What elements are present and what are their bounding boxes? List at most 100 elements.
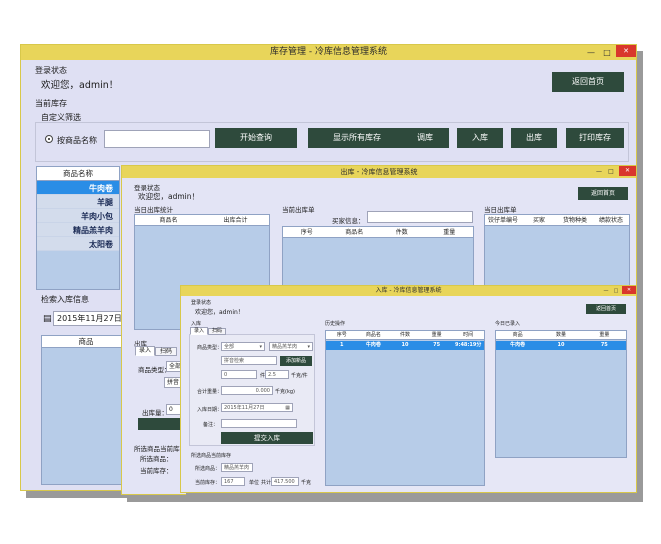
- product-item-beef-roll[interactable]: 牛肉卷: [37, 181, 119, 195]
- current-outbound-table: 序号 商品名 件数 重量: [282, 226, 474, 290]
- goods-type-value: 全部: [224, 344, 235, 350]
- transfer-button[interactable]: 调库: [401, 128, 449, 148]
- outbound-selected-goods-label: 所选商品：: [140, 455, 173, 463]
- inbound-selected-stock-label: 所选商品当前库存: [191, 453, 232, 459]
- start-query-button[interactable]: 开始查询: [215, 128, 297, 148]
- total-weight-value: 0.000: [221, 386, 273, 395]
- chevron-down-icon: ▾: [259, 344, 262, 350]
- product-name-input[interactable]: [104, 130, 210, 148]
- history-label: 历史操作: [325, 321, 346, 327]
- product-list-header: 商品名称: [37, 167, 119, 181]
- inbound-close-icon[interactable]: ✕: [622, 286, 636, 294]
- today-col-weight: 重量: [599, 332, 610, 338]
- submit-inbound-button[interactable]: 提交入库: [221, 432, 313, 444]
- inbound-section-label: 入库: [191, 321, 202, 327]
- today-cell: 10: [557, 342, 565, 348]
- outbound-selected-stock-label: 所选商品当前库存: [134, 445, 186, 453]
- current-col-pieces: 件数: [395, 229, 408, 236]
- product-select-value: 精品羔羊肉: [272, 344, 298, 350]
- minimize-icon[interactable]: —: [584, 45, 598, 60]
- outbound-maximize-icon[interactable]: □: [606, 166, 616, 178]
- inbound-tab-entry[interactable]: 录入: [190, 327, 208, 335]
- inbound-stock-count: 167: [221, 477, 245, 486]
- add-new-product-button[interactable]: 添加新品: [280, 356, 312, 366]
- inbound-goods-type-select[interactable]: 全部 ▾: [221, 342, 265, 351]
- today-outbound-orders-label: 当日出库单: [484, 206, 517, 214]
- total-short-label: 共计: [261, 480, 272, 486]
- product-item-sun-roll[interactable]: 太阳卷: [37, 237, 119, 251]
- inbound-button[interactable]: 入库: [457, 128, 503, 148]
- today-col-buyer: 买家: [532, 217, 545, 224]
- inbound-minimize-icon[interactable]: —: [602, 286, 610, 296]
- history-cell: 牛肉卷: [365, 342, 381, 348]
- outbound-submit-button[interactable]: [138, 418, 184, 430]
- buyer-info-input[interactable]: [367, 211, 473, 223]
- inbound-date-picker[interactable]: 2015年11月27日: [53, 311, 123, 326]
- history-col-pieces: 件数: [399, 332, 410, 338]
- maximize-icon[interactable]: □: [600, 45, 614, 60]
- today-col-qty: 数量: [555, 332, 566, 338]
- outbound-window-title: 出库 - 冷库信息管理系统: [340, 168, 418, 176]
- per-weight-unit-label: 千克/件: [291, 373, 308, 379]
- print-stock-button[interactable]: 打印库存: [566, 128, 624, 148]
- inbound-search-input[interactable]: 拼音检索: [221, 356, 277, 365]
- inbound-goods-type-label: 商品类型：: [197, 345, 223, 351]
- history-col-index: 序号: [336, 332, 347, 338]
- weight-unit-label: 千克: [301, 480, 312, 486]
- outbound-close-icon[interactable]: ✕: [619, 166, 636, 176]
- today-col-order-no: 饺仔单编号: [487, 217, 518, 224]
- outbound-button[interactable]: 出库: [511, 128, 557, 148]
- table-row[interactable]: 牛肉卷 10 75: [496, 341, 626, 350]
- main-title-bar: 库存管理 - 冷库信息管理系统: [21, 45, 636, 60]
- inbound-product-select[interactable]: 精品羔羊肉 ▾: [269, 342, 313, 351]
- welcome-text: 欢迎您，admin！: [41, 80, 119, 91]
- product-item-premium-lamb[interactable]: 精品羔羊肉: [37, 223, 119, 237]
- current-col-name: 商品名: [345, 229, 364, 236]
- today-entered-table: 商品 数量 重量 牛肉卷 10 75: [495, 330, 627, 458]
- inbound-selected-goods-label: 所选商品：: [195, 466, 221, 472]
- history-cell: 9:48:19分: [454, 342, 482, 348]
- by-name-label: 按商品名称: [57, 136, 97, 145]
- note-input[interactable]: [221, 419, 297, 428]
- inbound-title-bar: 入库 - 冷库信息管理系统: [181, 286, 636, 296]
- inbound-current-stock-label: 当前库存：: [195, 480, 221, 486]
- today-cell: 75: [600, 342, 608, 348]
- today-outbound-stats-label: 当日出库统计: [134, 206, 173, 214]
- product-item-lamb-pack[interactable]: 羊肉小包: [37, 209, 119, 223]
- total-weight-label: 合计重量：: [197, 389, 223, 395]
- show-all-stock-button[interactable]: 显示所有库存: [308, 128, 406, 148]
- back-home-button[interactable]: 返回首页: [552, 72, 624, 92]
- product-item-lamb-leg[interactable]: 羊腿: [37, 195, 119, 209]
- outbound-welcome-text: 欢迎您，admin！: [138, 192, 199, 201]
- outbound-qty-label: 出库量：: [142, 409, 168, 417]
- inbound-date-picker[interactable]: 2015年11月27日 ▦: [221, 403, 293, 412]
- calendar-icon: ▤: [43, 314, 52, 324]
- outbound-minimize-icon[interactable]: —: [594, 166, 604, 178]
- inbound-tab-scan[interactable]: 扫码: [208, 328, 226, 335]
- inbound-maximize-icon[interactable]: □: [612, 286, 620, 296]
- outbound-tab-scan[interactable]: 扫码: [155, 347, 177, 356]
- history-cell: 10: [401, 342, 409, 348]
- table-row[interactable]: 1 牛肉卷 10 75 9:48:19分: [326, 341, 484, 350]
- by-name-radio[interactable]: [45, 135, 53, 143]
- inbound-pieces-input[interactable]: 0: [221, 370, 257, 379]
- inbound-date-value: 2015年11月27日: [224, 405, 265, 411]
- outbound-current-stock-label: 当前库存：: [140, 467, 173, 475]
- inbound-window: 入库 - 冷库信息管理系统 — □ ✕ 登录状态 欢迎您，admin！ 返回首页…: [180, 285, 637, 493]
- close-icon[interactable]: ✕: [616, 45, 636, 57]
- inbound-welcome-text: 欢迎您，admin！: [195, 309, 244, 316]
- outbound-tab-entry[interactable]: 录入: [135, 346, 155, 356]
- total-weight-unit: 千克(kg): [275, 389, 295, 395]
- stats-col-total: 出库合计: [223, 217, 248, 224]
- today-outbound-orders-table: 饺仔单编号 买家 货物种类 绩款状态: [484, 214, 630, 294]
- inbound-date-label: 入库日期：: [197, 407, 223, 413]
- current-col-index: 序号: [300, 229, 313, 236]
- inbound-per-weight-input[interactable]: 2.5: [265, 370, 289, 379]
- check-inbound-label: 检索入库信息: [41, 295, 89, 304]
- history-cell: 75: [433, 342, 441, 348]
- history-table: 序号 商品名 件数 重量 时间 1 牛肉卷 10 75 9:48:19分: [325, 330, 485, 486]
- inbound-back-home-button[interactable]: 返回首页: [586, 304, 626, 314]
- today-col-goods: 商品: [512, 332, 523, 338]
- outbound-title-bar: 出库 - 冷库信息管理系统: [122, 166, 636, 178]
- outbound-back-home-button[interactable]: 返回首页: [578, 187, 628, 200]
